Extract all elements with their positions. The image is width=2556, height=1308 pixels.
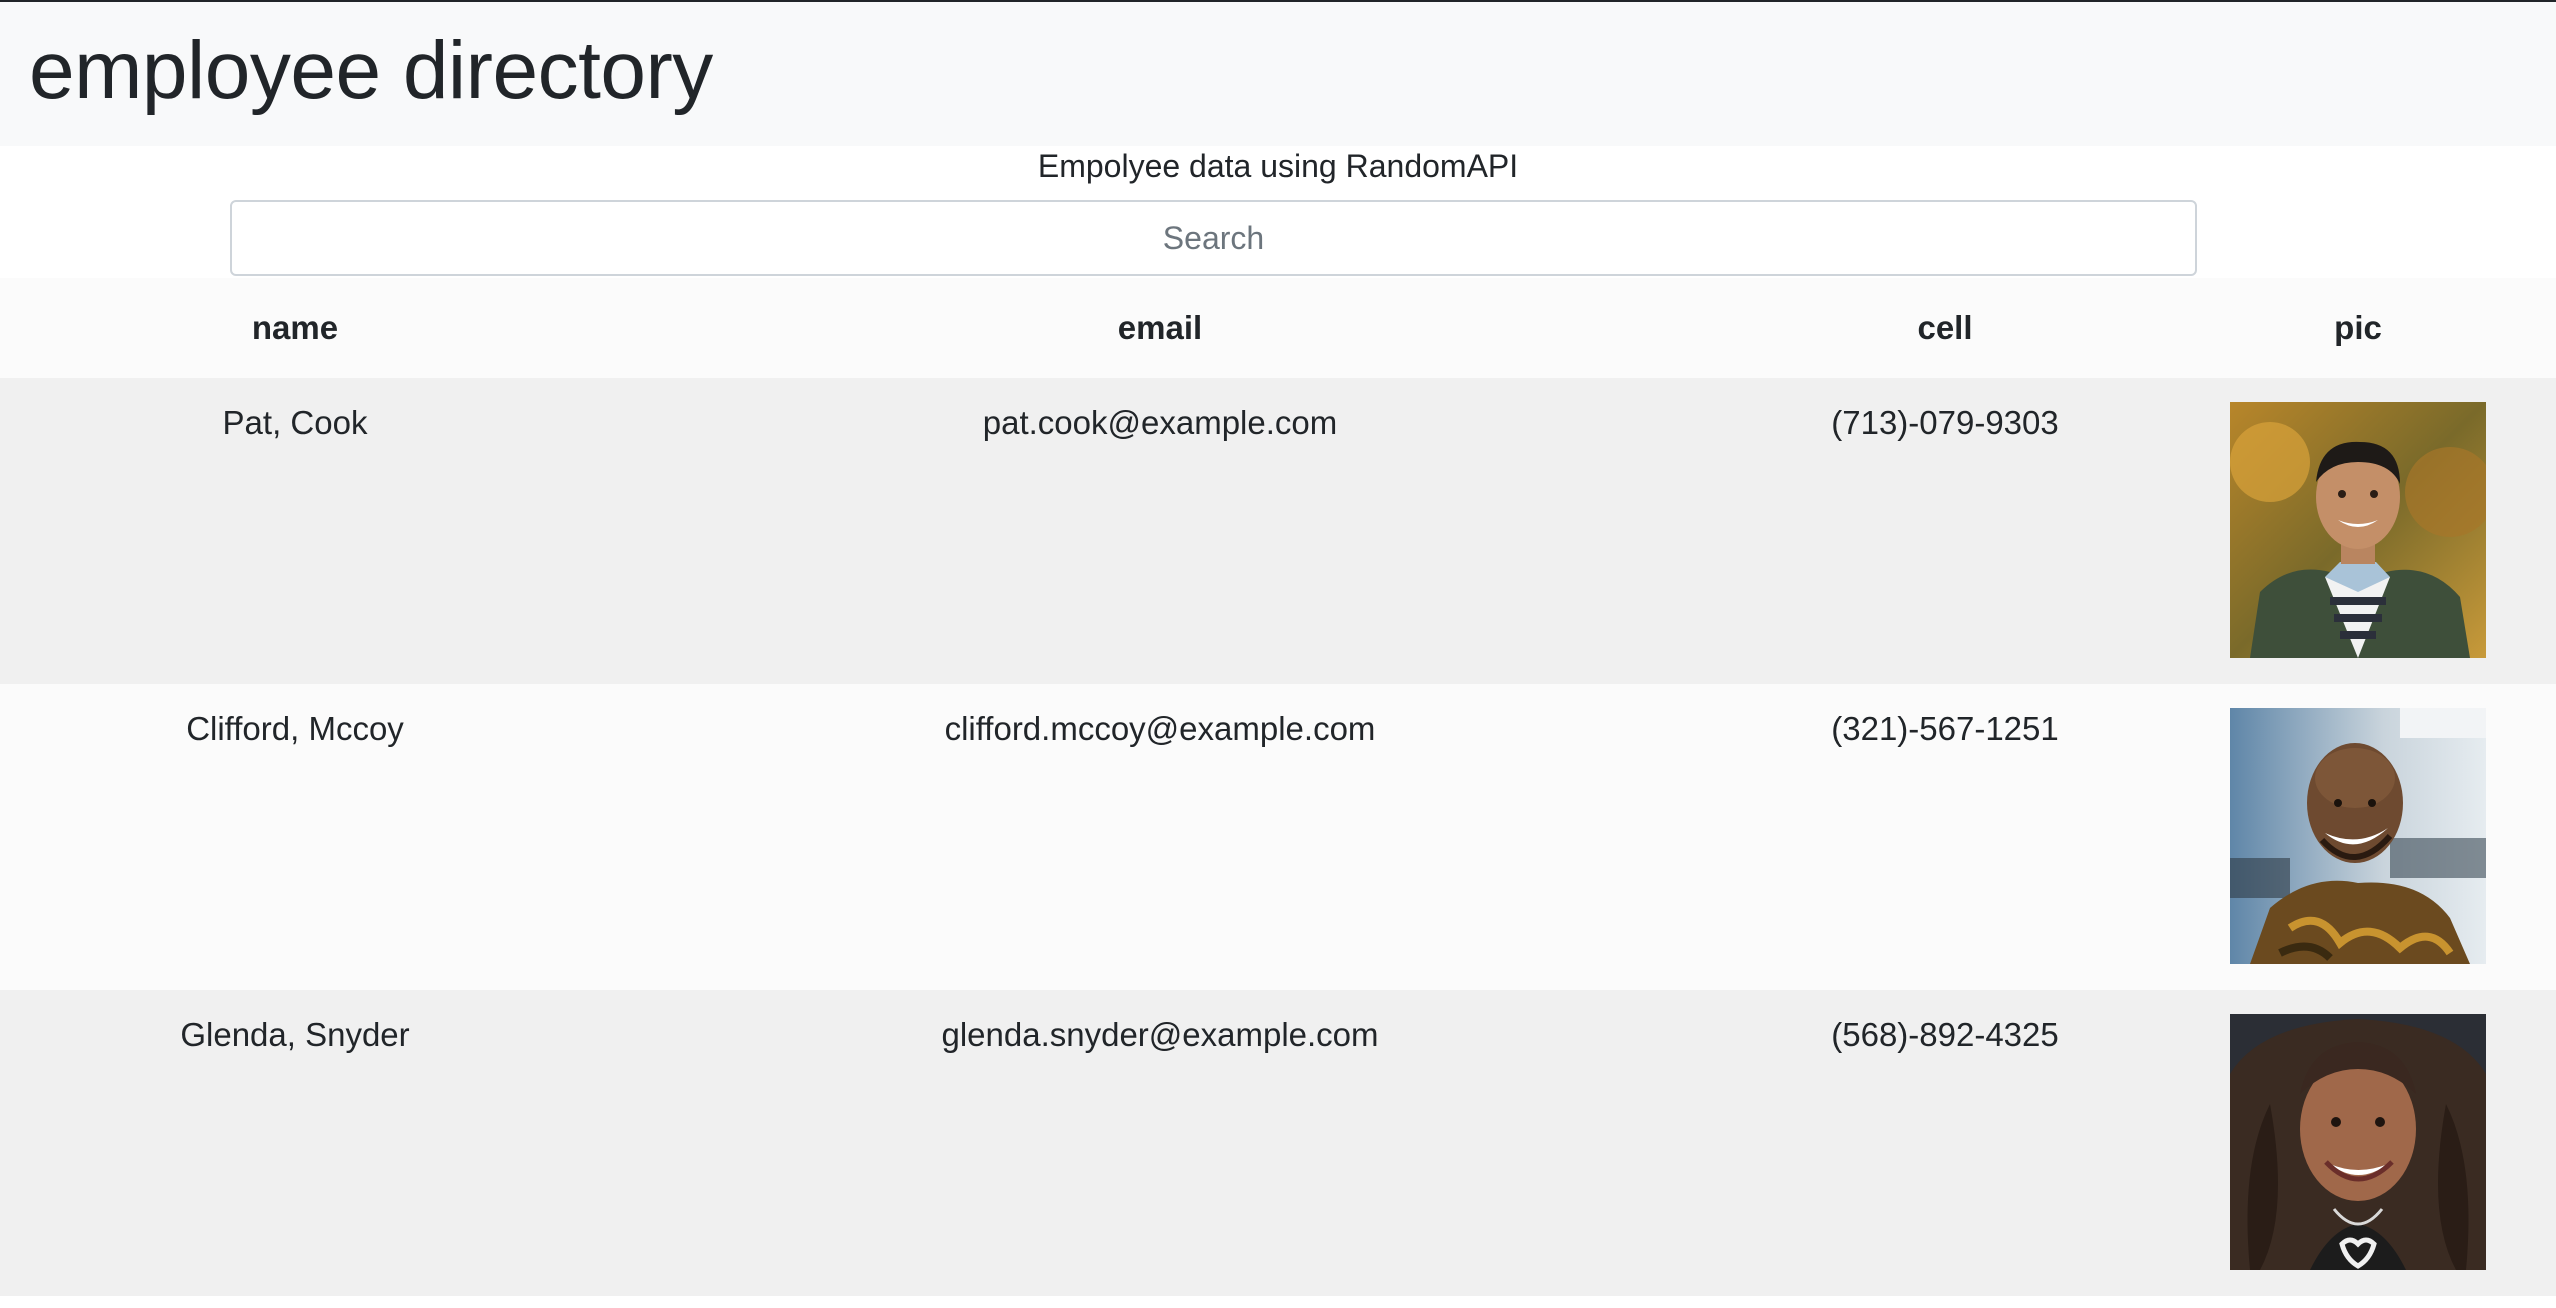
table-header-row: name email cell pic (0, 278, 2556, 378)
employee-pic-cell (2160, 378, 2556, 684)
search-input[interactable] (230, 200, 2197, 276)
employee-cell: (568)-892-4325 (1831, 1016, 2059, 1053)
employee-photo-icon (2230, 708, 2486, 964)
employee-photo (2230, 708, 2486, 964)
employee-cell: (321)-567-1251 (1831, 710, 2059, 747)
navbar: employee directory (0, 0, 2556, 146)
table-row: Pat, Cook pat.cook@example.com (713)-079… (0, 378, 2556, 684)
employee-name: Clifford, Mccoy (186, 710, 404, 747)
employee-cell: (713)-079-9303 (1831, 404, 2059, 441)
employee-table: name email cell pic Pat, Cook pat.cook@e… (0, 278, 2556, 1296)
page-subtitle: Empolyee data using RandomAPI (1037, 148, 1519, 184)
employee-email: pat.cook@example.com (982, 404, 1338, 441)
employee-pic-cell (2160, 684, 2556, 990)
page-title: employee directory (29, 25, 713, 116)
employee-pic-cell (2160, 990, 2556, 1296)
employee-photo-icon (2230, 402, 2486, 658)
employee-email: clifford.mccoy@example.com (944, 710, 1376, 747)
table-row: Glenda, Snyder glenda.snyder@example.com… (0, 990, 2556, 1296)
employee-email: glenda.snyder@example.com (941, 1016, 1379, 1053)
employee-photo (2230, 1014, 2486, 1270)
column-header-name[interactable]: name (0, 278, 590, 378)
table-body: Pat, Cook pat.cook@example.com (713)-079… (0, 378, 2556, 1296)
column-header-pic: pic (2334, 309, 2382, 346)
employee-name: Pat, Cook (222, 404, 368, 441)
table-row: Clifford, Mccoy clifford.mccoy@example.c… (0, 684, 2556, 990)
employee-name: Glenda, Snyder (180, 1016, 410, 1053)
employee-photo (2230, 402, 2486, 658)
column-header-cell[interactable]: cell (1730, 278, 2160, 378)
employee-photo-icon (2230, 1014, 2486, 1270)
column-header-email[interactable]: email (590, 278, 1730, 378)
table-header: name email cell pic (0, 278, 2556, 378)
